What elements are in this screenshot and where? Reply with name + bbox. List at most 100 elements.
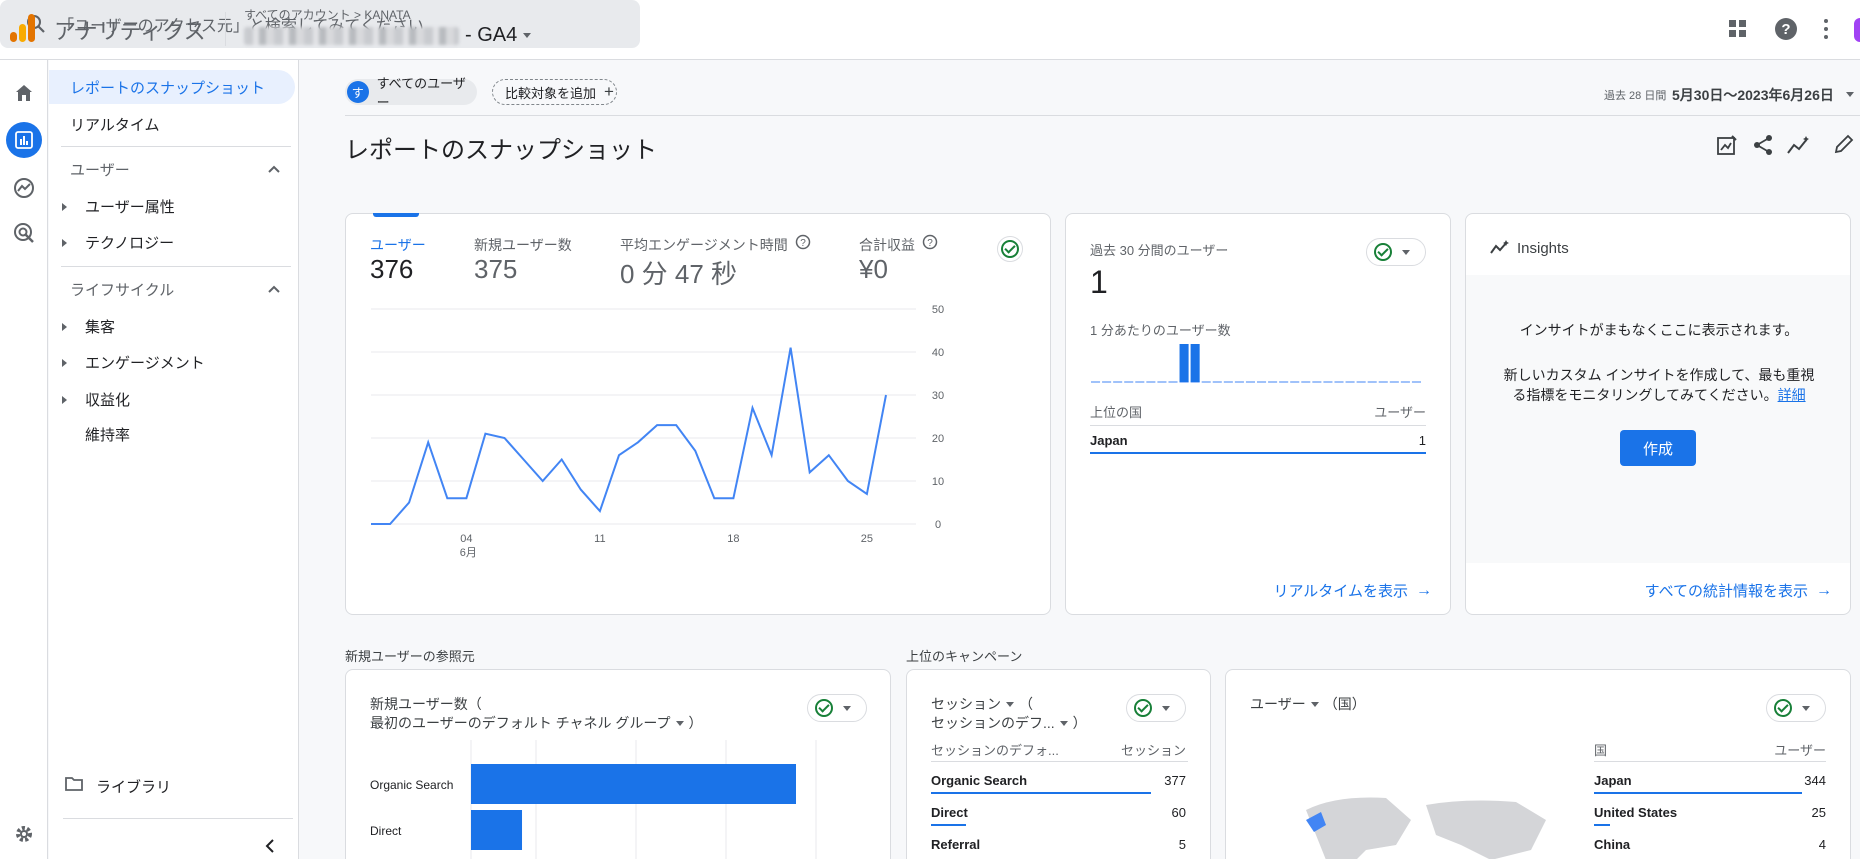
insights-desc-1: 新しいカスタム インサイトを作成して、最も重視 <box>1503 367 1815 383</box>
open-paren: （ <box>1019 696 1033 712</box>
overview-card: ユーザー 376 新規ユーザー数 375 平均エンゲージメント時間 ? 0 分 … <box>345 213 1051 615</box>
table-row-channel[interactable]: Organic Search <box>931 773 1027 788</box>
reports-rail-button[interactable] <box>6 122 42 158</box>
caret-down-icon[interactable] <box>1846 92 1854 97</box>
table-row-country[interactable]: China <box>1594 837 1630 852</box>
property-selector[interactable]: - GA4 <box>244 24 532 47</box>
breadcrumb-all-accounts[interactable]: すべてのアカウント <box>244 8 351 22</box>
segment-chip[interactable]: す すべてのユーザー <box>345 76 477 110</box>
new-users-bar-chart: Organic Search Direct <box>370 740 817 859</box>
svg-text:?: ? <box>1781 21 1790 38</box>
breadcrumb[interactable]: すべてのアカウント > KANATA <box>244 6 411 23</box>
folder-icon <box>65 777 83 791</box>
chevron-up-icon[interactable] <box>268 285 280 293</box>
expand-arrow-icon <box>62 239 67 247</box>
view-all-insights-label: すべての統計情報を表示 <box>1644 583 1808 600</box>
row-bar <box>1594 792 1802 794</box>
insights-detail-link[interactable]: 詳細 <box>1778 387 1806 403</box>
bar-label: Organic Search <box>370 778 453 792</box>
view-realtime-link[interactable]: リアルタイムを表示 → <box>1273 580 1432 601</box>
section-top-campaigns: 上位のキャンペーン <box>906 649 1023 664</box>
side-nav: レポートのスナップショット リアルタイム ユーザー ユーザー属性 テクノロジー … <box>49 60 299 859</box>
y-tick-label: 30 <box>932 390 944 402</box>
table-divider <box>931 761 1188 762</box>
data-quality-button[interactable] <box>1126 694 1186 722</box>
campaign-metric-selector[interactable]: セッション （ <box>931 694 1033 714</box>
nav-item-library[interactable]: ライブラリ <box>96 776 171 797</box>
add-comparison-label: 比較対象を追加 <box>505 85 597 101</box>
collapse-nav-icon[interactable] <box>264 838 276 854</box>
country-metric-selector[interactable]: ユーザー （国） <box>1250 694 1366 714</box>
table-divider <box>1090 425 1426 426</box>
row-bar <box>931 792 1151 794</box>
create-insight-button[interactable]: 作成 <box>1620 430 1696 466</box>
nav-item-monetization[interactable]: 収益化 <box>85 389 130 410</box>
customize-report-icon[interactable] <box>1717 135 1737 155</box>
chevron-right-icon: > <box>354 8 365 22</box>
nav-item-tech[interactable]: テクノロジー <box>85 232 174 253</box>
y-tick-label: 10 <box>932 476 944 488</box>
advertising-rail-button[interactable] <box>6 215 42 251</box>
nav-section-users[interactable]: ユーザー <box>70 159 130 180</box>
nav-item-report-snapshot[interactable]: レポートのスナップショット <box>49 70 295 104</box>
left-rail <box>0 60 48 859</box>
minute-bar <box>1179 344 1189 382</box>
check-circle-icon <box>1374 243 1392 261</box>
explore-rail-button[interactable] <box>6 170 42 206</box>
help-icon[interactable]: ? <box>1774 17 1798 41</box>
row-bar <box>1594 824 1610 826</box>
col-header-users: ユーザー <box>1374 405 1426 420</box>
insights-sparkle-icon[interactable] <box>1787 135 1811 155</box>
add-comparison-button[interactable]: 比較対象を追加 + <box>492 79 617 105</box>
data-quality-button[interactable] <box>1766 694 1826 722</box>
segment-badge: す <box>347 81 369 103</box>
nav-item-realtime[interactable]: リアルタイム <box>70 114 160 135</box>
data-quality-button[interactable] <box>1366 238 1426 266</box>
more-vert-icon[interactable] <box>1822 18 1830 40</box>
close-paren: ） <box>1072 715 1087 731</box>
nav-item-acquisition[interactable]: 集客 <box>85 316 115 337</box>
chevron-up-icon[interactable] <box>268 165 280 173</box>
avatar[interactable] <box>1854 18 1860 42</box>
header-divider <box>225 12 226 46</box>
realtime-card: 過去 30 分間のユーザー 1 1 分あたりのユーザー数 上位の国 ユーザー J… <box>1065 213 1451 615</box>
nav-item-engagement[interactable]: エンゲージメント <box>85 352 205 373</box>
expand-arrow-icon <box>62 396 67 404</box>
edit-pencil-icon[interactable] <box>1834 134 1854 154</box>
insights-title: Insights <box>1517 240 1569 257</box>
analytics-logo-icon[interactable] <box>8 12 38 44</box>
table-row-value: 60 <box>1171 805 1186 820</box>
table-row-country[interactable]: United States <box>1594 805 1677 820</box>
insights-body: インサイトがまもなくここに表示されます。 新しいカスタム インサイトを作成して、… <box>1466 275 1850 563</box>
share-icon[interactable] <box>1753 134 1773 156</box>
nav-item-retention[interactable]: 維持率 <box>85 424 130 445</box>
nav-item-demographics[interactable]: ユーザー属性 <box>85 196 175 217</box>
table-row-value: 5 <box>1178 837 1186 852</box>
breadcrumb-account[interactable]: KANATA <box>364 8 410 22</box>
view-all-insights-link[interactable]: すべての統計情報を表示 → <box>1645 580 1832 601</box>
campaign-dimension-selector[interactable]: セッションのデフ... ） <box>931 713 1087 733</box>
row-country[interactable]: Japan <box>1090 433 1128 448</box>
settings-rail-button[interactable] <box>6 816 42 852</box>
advertising-icon <box>14 223 34 243</box>
nav-section-lifecycle[interactable]: ライフサイクル <box>70 279 174 300</box>
date-range-selector[interactable]: 5月30日～2023年6月26日 <box>1672 85 1834 105</box>
insights-coming-soon: インサイトがまもなくここに表示されます。 <box>1519 322 1799 338</box>
table-row-channel[interactable]: Referral <box>931 837 980 852</box>
app-title: アナリティクス <box>54 19 206 44</box>
apps-grid-icon[interactable] <box>1728 19 1748 39</box>
view-realtime-label: リアルタイムを表示 <box>1273 583 1408 600</box>
x-tick-label: 18 <box>727 533 739 545</box>
insights-icon <box>1490 240 1509 254</box>
nav-divider <box>63 818 293 819</box>
row-users: 1 <box>1418 433 1426 448</box>
top-bar: アナリティクス すべてのアカウント > KANATA - GA4 「ユーザーのア… <box>0 0 1860 60</box>
caret-down-icon <box>1162 705 1170 711</box>
home-rail-button[interactable] <box>6 75 42 111</box>
table-row-channel[interactable]: Direct <box>931 805 968 820</box>
check-circle-icon <box>1774 699 1792 717</box>
campaign-card: セッション （ セッションのデフ... ） セッションのデフォ... セッション… <box>906 669 1211 859</box>
col-header-country: 国 <box>1594 743 1608 758</box>
table-row-country[interactable]: Japan <box>1594 773 1632 788</box>
caret-down-icon <box>1006 701 1014 707</box>
